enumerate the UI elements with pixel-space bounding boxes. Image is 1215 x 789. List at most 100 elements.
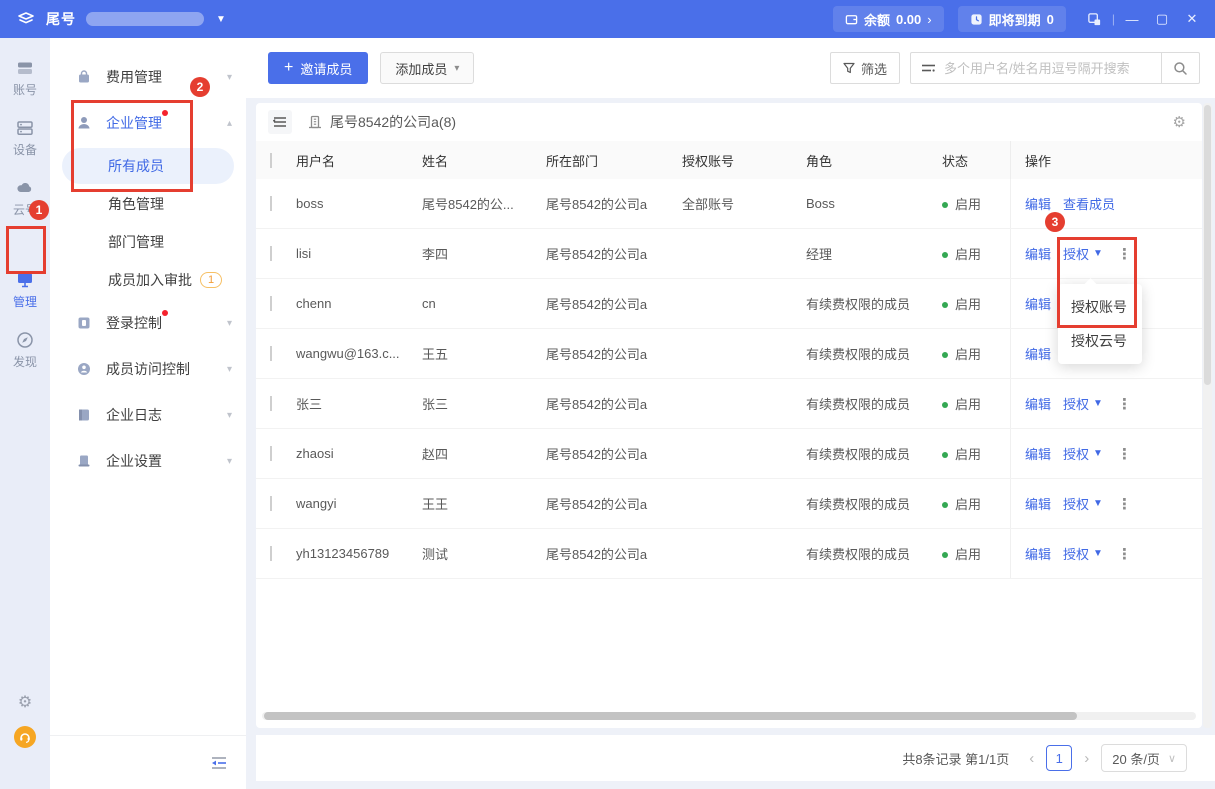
sidebar-item-department-management[interactable]: 部门管理 <box>62 224 234 260</box>
account-name-masked <box>86 12 204 26</box>
search-input[interactable] <box>944 61 1153 76</box>
rail-item-manage[interactable]: 管理 <box>0 270 50 310</box>
sidebar-item-label: 角色管理 <box>108 194 164 214</box>
record-summary: 共8条记录 第1/1页 <box>902 749 1009 768</box>
column-status: 状态 <box>942 151 1010 170</box>
horizontal-scrollbar-thumb[interactable] <box>264 712 1077 720</box>
edit-link[interactable]: 编辑 <box>1025 294 1051 313</box>
rail-label: 发现 <box>13 353 37 370</box>
expiring-label: 即将到期 <box>989 10 1041 29</box>
view-members-link[interactable]: 查看成员 <box>1063 194 1115 213</box>
authorize-dropdown-button[interactable]: 授权▼ <box>1063 544 1103 563</box>
cell-role: Boss <box>806 196 942 211</box>
clock-icon <box>970 13 983 26</box>
edit-link[interactable]: 编辑 <box>1025 194 1051 213</box>
rail-item-account[interactable]: 账号 <box>0 58 50 98</box>
more-actions-icon[interactable]: ⋮ <box>1117 245 1132 263</box>
approval-count-badge: 1 <box>200 272 222 288</box>
row-checkbox[interactable] <box>270 246 272 261</box>
vertical-scrollbar-thumb[interactable] <box>1204 105 1211 385</box>
edit-link[interactable]: 编辑 <box>1025 244 1051 263</box>
close-button[interactable]: ✕ <box>1177 0 1207 38</box>
row-checkbox[interactable] <box>270 496 272 511</box>
row-checkbox[interactable] <box>270 546 272 561</box>
sidebar-item-member-access-control[interactable]: 成员访问控制 ▾ <box>50 346 246 392</box>
sidebar-item-login-control[interactable]: 登录控制 ▾ <box>50 300 246 346</box>
authorize-dropdown-button[interactable]: 授权▼ <box>1063 444 1103 463</box>
rail-item-discover[interactable]: 发现 <box>0 330 50 370</box>
column-role: 角色 <box>806 151 942 170</box>
table-row: lisi 李四 尾号8542的公司a 经理 启用 编辑 授权▼ ⋮ <box>256 229 1202 279</box>
add-member-button[interactable]: 添加成员 ▾ <box>380 52 474 84</box>
row-checkbox[interactable] <box>270 396 272 411</box>
page-size-value: 20 条/页 <box>1112 749 1160 768</box>
authorize-dropdown-button[interactable]: 授权▼ <box>1063 244 1103 263</box>
search-options-icon <box>921 62 936 74</box>
edit-link[interactable]: 编辑 <box>1025 544 1051 563</box>
search-submit-button[interactable] <box>1161 53 1199 83</box>
authorize-dropdown-button[interactable]: 授权▼ <box>1063 494 1103 513</box>
status-enabled-dot <box>942 202 948 208</box>
sidebar-item-label: 部门管理 <box>108 232 164 252</box>
app-window: 尾号 ▼ 余额 0.00 › 即将到期 0 | — ▢ ✕ <box>0 0 1215 789</box>
page-number-button[interactable]: 1 <box>1046 745 1072 771</box>
org-tree-toggle-icon[interactable] <box>268 110 292 134</box>
prev-page-button[interactable]: ‹ <box>1027 750 1036 767</box>
minimize-button[interactable]: — <box>1117 0 1147 38</box>
mini-window-icon[interactable] <box>1080 0 1110 38</box>
row-checkbox[interactable] <box>270 446 272 461</box>
cell-status: 启用 <box>942 344 1010 363</box>
sidebar-item-role-management[interactable]: 角色管理 <box>62 186 234 222</box>
edit-link[interactable]: 编辑 <box>1025 444 1051 463</box>
column-name: 姓名 <box>422 151 546 170</box>
edit-link[interactable]: 编辑 <box>1025 494 1051 513</box>
sidebar-item-enterprise-log[interactable]: 企业日志 ▾ <box>50 392 246 438</box>
sidebar-item-enterprise-management[interactable]: 企业管理 ▴ <box>50 100 246 146</box>
vertical-scrollbar <box>1203 103 1212 728</box>
maximize-button[interactable]: ▢ <box>1147 0 1177 38</box>
select-all-checkbox[interactable] <box>270 153 272 168</box>
chevron-up-icon: ▴ <box>227 118 232 129</box>
settings-gear-icon[interactable]: ⚙ <box>0 692 50 712</box>
expiring-badge[interactable]: 即将到期 0 <box>958 6 1066 32</box>
invite-member-button[interactable]: + 邀请成员 <box>268 52 368 84</box>
table-settings-gear-icon[interactable]: ⚙ <box>1173 113 1186 131</box>
building-icon <box>308 115 322 129</box>
more-actions-icon[interactable]: ⋮ <box>1117 545 1132 563</box>
toolbar: + 邀请成员 添加成员 ▾ 筛选 <box>246 38 1215 98</box>
edit-link[interactable]: 编辑 <box>1025 344 1051 363</box>
more-actions-icon[interactable]: ⋮ <box>1117 495 1132 513</box>
next-page-button[interactable]: › <box>1082 750 1091 767</box>
row-checkbox[interactable] <box>270 346 272 361</box>
menu-item-authorize-account[interactable]: 授权账号 <box>1058 290 1142 324</box>
cell-operations: 编辑 授权▼ ⋮ <box>1010 529 1188 578</box>
page-size-select[interactable]: 20 条/页 ∨ <box>1101 744 1187 772</box>
balance-label: 余额 <box>864 10 890 29</box>
rail-label: 账号 <box>13 81 37 98</box>
menu-item-authorize-cloud[interactable]: 授权云号 <box>1058 324 1142 358</box>
more-actions-icon[interactable]: ⋮ <box>1117 445 1132 463</box>
column-operations: 操作 <box>1010 141 1188 179</box>
cell-role: 有续费权限的成员 <box>806 544 942 563</box>
sidebar-item-enterprise-settings[interactable]: 企业设置 ▾ <box>50 438 246 484</box>
support-headset-icon[interactable] <box>14 726 36 748</box>
more-actions-icon[interactable]: ⋮ <box>1117 395 1132 413</box>
chevron-down-icon: ▾ <box>227 410 232 421</box>
rail-label: 管理 <box>13 293 37 310</box>
sidebar-item-fee-management[interactable]: 费用管理 ▾ <box>50 54 246 100</box>
sidebar-item-join-approval[interactable]: 成员加入审批 1 <box>62 262 234 298</box>
sidebar-collapse-icon[interactable] <box>210 755 228 771</box>
device-icon <box>15 118 35 138</box>
sidebar-item-all-members[interactable]: 所有成员 <box>62 148 234 184</box>
account-caret-icon[interactable]: ▼ <box>216 14 226 25</box>
filter-button[interactable]: 筛选 <box>830 52 900 84</box>
window-divider: | <box>1112 12 1115 26</box>
rail-item-cloud[interactable]: 云号 <box>0 178 50 218</box>
balance-badge[interactable]: 余额 0.00 › <box>833 6 944 32</box>
cell-department: 尾号8542的公司a <box>546 344 682 363</box>
row-checkbox[interactable] <box>270 296 272 311</box>
rail-item-device[interactable]: 设备 <box>0 118 50 158</box>
table-row: wangyi 王王 尾号8542的公司a 有续费权限的成员 启用 编辑 授权▼ … <box>256 479 1202 529</box>
authorize-dropdown-button[interactable]: 授权▼ <box>1063 394 1103 413</box>
edit-link[interactable]: 编辑 <box>1025 394 1051 413</box>
